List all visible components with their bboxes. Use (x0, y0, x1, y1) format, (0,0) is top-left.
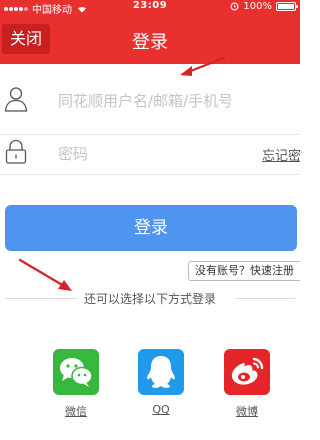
alarm-icon (230, 2, 239, 11)
qq-icon[interactable] (138, 349, 184, 395)
forgot-password-link[interactable]: 忘记密码 (262, 145, 300, 164)
page-title: 登录 (132, 32, 168, 53)
social-qq[interactable]: QQ (136, 349, 186, 416)
username-row[interactable]: 同花顺用户名/邮箱/手机号 (0, 66, 300, 135)
social-weibo[interactable]: 微博 (222, 349, 272, 419)
password-input[interactable]: 密码 (58, 143, 88, 164)
status-bar: 中国移动 23:09 100% (0, 0, 300, 16)
wechat-icon[interactable] (53, 349, 99, 395)
battery-fill (278, 4, 294, 9)
divider (0, 174, 300, 175)
battery-percent: 100% (243, 1, 272, 12)
login-button[interactable]: 登录 (5, 205, 297, 251)
social-wechat[interactable]: 微信 (51, 349, 101, 419)
user-icon (4, 87, 28, 112)
password-row[interactable]: 密码 忘记密码 (0, 134, 300, 174)
nav-bar: 关闭 登录 (0, 14, 300, 64)
wechat-label[interactable]: 微信 (51, 403, 101, 419)
weibo-icon[interactable] (224, 349, 270, 395)
annotation-arrow-icon (180, 56, 226, 76)
username-input[interactable]: 同花顺用户名/邮箱/手机号 (58, 90, 233, 111)
signup-link[interactable]: 没有账号？快速注册 (188, 261, 300, 281)
qq-label[interactable]: QQ (136, 403, 186, 416)
weibo-label[interactable]: 微博 (222, 403, 272, 419)
alt-line-right (235, 298, 295, 299)
annotation-arrow-icon (18, 258, 72, 291)
lock-icon (5, 139, 27, 164)
status-right: 100% (230, 1, 298, 12)
battery-icon (276, 2, 298, 11)
